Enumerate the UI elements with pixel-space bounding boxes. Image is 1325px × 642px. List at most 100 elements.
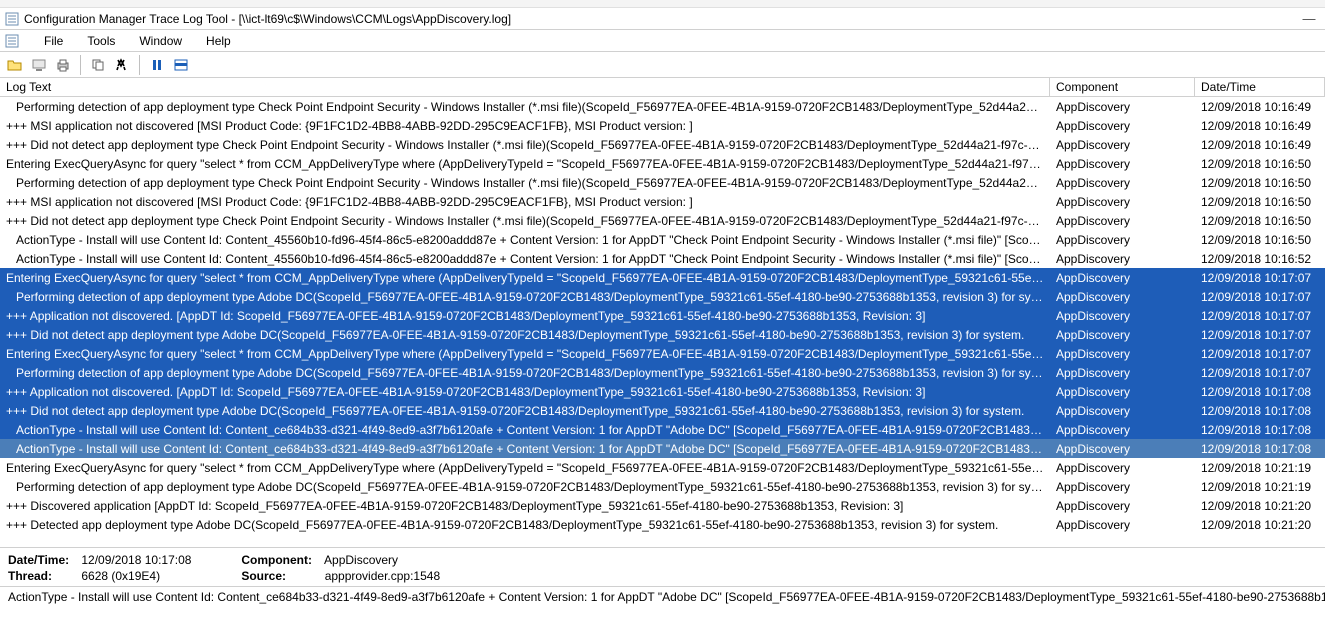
log-component-cell: AppDiscovery xyxy=(1050,441,1195,457)
log-datetime-cell: 12/09/2018 10:16:50 xyxy=(1195,156,1325,172)
details-source-value: appprovider.cpp:1548 xyxy=(325,569,440,583)
log-component-cell: AppDiscovery xyxy=(1050,403,1195,419)
log-row[interactable]: ActionType - Install will use Content Id… xyxy=(0,230,1325,249)
column-component[interactable]: Component xyxy=(1050,78,1195,96)
log-row[interactable]: Entering ExecQueryAsync for query "selec… xyxy=(0,268,1325,287)
log-datetime-cell: 12/09/2018 10:21:19 xyxy=(1195,479,1325,495)
log-row[interactable]: Performing detection of app deployment t… xyxy=(0,477,1325,496)
log-row[interactable]: +++ Discovered application [AppDT Id: Sc… xyxy=(0,496,1325,515)
log-datetime-cell: 12/09/2018 10:21:20 xyxy=(1195,517,1325,533)
log-text-cell: Entering ExecQueryAsync for query "selec… xyxy=(0,270,1050,286)
log-row[interactable]: ActionType - Install will use Content Id… xyxy=(0,439,1325,458)
open-network-icon[interactable] xyxy=(28,54,50,76)
column-log-text[interactable]: Log Text xyxy=(0,78,1050,96)
log-component-cell: AppDiscovery xyxy=(1050,346,1195,362)
details-datetime-label: Date/Time: xyxy=(8,553,78,567)
log-text-cell: ActionType - Install will use Content Id… xyxy=(0,441,1050,457)
titlebar: Configuration Manager Trace Log Tool - [… xyxy=(0,8,1325,30)
menu-help[interactable]: Help xyxy=(202,32,235,50)
log-datetime-cell: 12/09/2018 10:17:07 xyxy=(1195,270,1325,286)
log-text-cell: +++ Discovered application [AppDT Id: Sc… xyxy=(0,498,1050,514)
log-datetime-cell: 12/09/2018 10:17:08 xyxy=(1195,403,1325,419)
log-component-cell: AppDiscovery xyxy=(1050,384,1195,400)
log-row[interactable]: +++ Did not detect app deployment type C… xyxy=(0,211,1325,230)
log-text-cell: Performing detection of app deployment t… xyxy=(0,365,1050,381)
browser-tab-fragment xyxy=(0,0,1325,8)
log-row[interactable]: Performing detection of app deployment t… xyxy=(0,173,1325,192)
log-row[interactable]: Entering ExecQueryAsync for query "selec… xyxy=(0,458,1325,477)
log-row[interactable]: +++ MSI application not discovered [MSI … xyxy=(0,116,1325,135)
log-row[interactable]: +++ Application not discovered. [AppDT I… xyxy=(0,382,1325,401)
log-component-cell: AppDiscovery xyxy=(1050,460,1195,476)
log-datetime-cell: 12/09/2018 10:16:50 xyxy=(1195,232,1325,248)
find-icon[interactable] xyxy=(111,54,133,76)
log-text-cell: ActionType - Install will use Content Id… xyxy=(0,422,1050,438)
highlight-icon[interactable] xyxy=(170,54,192,76)
details-pane: Date/Time: 12/09/2018 10:17:08 Component… xyxy=(0,547,1325,586)
log-component-cell: AppDiscovery xyxy=(1050,194,1195,210)
log-text-cell: Entering ExecQueryAsync for query "selec… xyxy=(0,346,1050,362)
toolbar xyxy=(0,52,1325,78)
log-text-cell: Performing detection of app deployment t… xyxy=(0,289,1050,305)
log-text-cell: ActionType - Install will use Content Id… xyxy=(0,232,1050,248)
log-component-cell: AppDiscovery xyxy=(1050,137,1195,153)
details-component-label: Component: xyxy=(241,553,321,567)
log-component-cell: AppDiscovery xyxy=(1050,213,1195,229)
log-datetime-cell: 12/09/2018 10:16:49 xyxy=(1195,137,1325,153)
log-text-cell: Performing detection of app deployment t… xyxy=(0,479,1050,495)
copy-icon[interactable] xyxy=(87,54,109,76)
log-component-cell: AppDiscovery xyxy=(1050,517,1195,533)
log-component-cell: AppDiscovery xyxy=(1050,156,1195,172)
details-thread-label: Thread: xyxy=(8,569,78,583)
log-row[interactable]: Performing detection of app deployment t… xyxy=(0,363,1325,382)
log-text-cell: +++ Detected app deployment type Adobe D… xyxy=(0,517,1050,533)
log-text-cell: ActionType - Install will use Content Id… xyxy=(0,251,1050,267)
column-datetime[interactable]: Date/Time xyxy=(1195,78,1325,96)
toolbar-separator xyxy=(80,55,81,75)
log-row[interactable]: +++ Did not detect app deployment type C… xyxy=(0,135,1325,154)
log-component-cell: AppDiscovery xyxy=(1050,270,1195,286)
log-row[interactable]: ActionType - Install will use Content Id… xyxy=(0,249,1325,268)
statusbar: ActionType - Install will use Content Id… xyxy=(0,586,1325,607)
log-component-cell: AppDiscovery xyxy=(1050,289,1195,305)
log-datetime-cell: 12/09/2018 10:17:07 xyxy=(1195,308,1325,324)
log-row[interactable]: +++ Detected app deployment type Adobe D… xyxy=(0,515,1325,534)
app-icon xyxy=(4,11,20,27)
open-file-icon[interactable] xyxy=(4,54,26,76)
log-text-cell: +++ MSI application not discovered [MSI … xyxy=(0,194,1050,210)
print-icon[interactable] xyxy=(52,54,74,76)
minimize-button[interactable]: — xyxy=(1297,10,1321,28)
log-text-cell: +++ Did not detect app deployment type C… xyxy=(0,137,1050,153)
system-menu-icon[interactable] xyxy=(4,33,20,49)
details-component-value: AppDiscovery xyxy=(324,553,398,567)
pause-icon[interactable] xyxy=(146,54,168,76)
menu-tools[interactable]: Tools xyxy=(83,32,119,50)
details-source-label: Source: xyxy=(241,569,321,583)
log-row[interactable]: +++ Did not detect app deployment type A… xyxy=(0,401,1325,420)
menu-window[interactable]: Window xyxy=(135,32,186,50)
log-component-cell: AppDiscovery xyxy=(1050,251,1195,267)
log-row[interactable]: Performing detection of app deployment t… xyxy=(0,287,1325,306)
log-datetime-cell: 12/09/2018 10:16:49 xyxy=(1195,118,1325,134)
log-row[interactable]: +++ Did not detect app deployment type A… xyxy=(0,325,1325,344)
log-text-cell: +++ MSI application not discovered [MSI … xyxy=(0,118,1050,134)
log-datetime-cell: 12/09/2018 10:17:07 xyxy=(1195,289,1325,305)
log-row[interactable]: Entering ExecQueryAsync for query "selec… xyxy=(0,154,1325,173)
log-row[interactable]: +++ MSI application not discovered [MSI … xyxy=(0,192,1325,211)
log-body[interactable]: Performing detection of app deployment t… xyxy=(0,97,1325,547)
log-text-cell: +++ Application not discovered. [AppDT I… xyxy=(0,308,1050,324)
log-row[interactable]: +++ Application not discovered. [AppDT I… xyxy=(0,306,1325,325)
log-row[interactable]: Entering ExecQueryAsync for query "selec… xyxy=(0,344,1325,363)
log-component-cell: AppDiscovery xyxy=(1050,308,1195,324)
log-row[interactable]: Performing detection of app deployment t… xyxy=(0,97,1325,116)
log-datetime-cell: 12/09/2018 10:17:08 xyxy=(1195,422,1325,438)
log-datetime-cell: 12/09/2018 10:16:50 xyxy=(1195,194,1325,210)
menu-file[interactable]: File xyxy=(40,32,67,50)
log-row[interactable]: ActionType - Install will use Content Id… xyxy=(0,420,1325,439)
menubar: File Tools Window Help xyxy=(0,30,1325,52)
details-datetime-value: 12/09/2018 10:17:08 xyxy=(81,553,211,567)
log-component-cell: AppDiscovery xyxy=(1050,99,1195,115)
log-text-cell: +++ Did not detect app deployment type A… xyxy=(0,403,1050,419)
toolbar-separator xyxy=(139,55,140,75)
log-component-cell: AppDiscovery xyxy=(1050,327,1195,343)
